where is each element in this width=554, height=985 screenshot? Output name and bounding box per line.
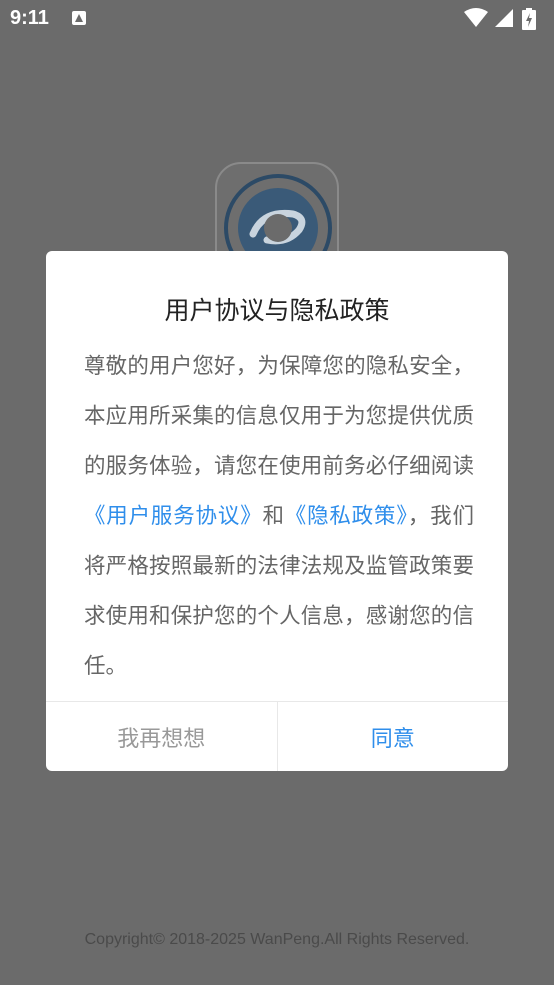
dialog-footer: 我再想想 同意 bbox=[46, 701, 508, 771]
user-agreement-link[interactable]: 《用户服务协议》 bbox=[84, 504, 262, 529]
privacy-policy-link[interactable]: 《隐私政策》 bbox=[285, 504, 408, 529]
status-bar: 9:11 bbox=[0, 0, 554, 38]
battery-icon bbox=[522, 8, 536, 30]
dialog-body: 尊敬的用户您好，为保障您的隐私安全，本应用所采集的信息仅用于为您提供优质的服务体… bbox=[84, 342, 474, 692]
status-time: 9:11 bbox=[10, 7, 49, 29]
privacy-dialog: 用户协议与隐私政策 尊敬的用户您好，为保障您的隐私安全，本应用所采集的信息仅用于… bbox=[46, 251, 508, 771]
body-text-3: ，我们将严格按照最新的法律法规及监管政策要求使用和保护您的个人信息，感谢您的信任… bbox=[84, 504, 474, 679]
wifi-icon bbox=[464, 8, 488, 27]
agree-button[interactable]: 同意 bbox=[278, 702, 509, 771]
signal-icon bbox=[495, 9, 513, 27]
body-text-1: 尊敬的用户您好，为保障您的隐私安全，本应用所采集的信息仅用于为您提供优质的服务体… bbox=[84, 354, 474, 479]
body-text-2: 和 bbox=[262, 504, 285, 529]
notification-icon bbox=[72, 11, 86, 25]
dialog-title: 用户协议与隐私政策 bbox=[164, 296, 390, 325]
status-icons bbox=[464, 8, 544, 30]
think-again-button[interactable]: 我再想想 bbox=[46, 702, 278, 771]
copyright-text: Copyright© 2018-2025 WanPeng.All Rights … bbox=[84, 931, 470, 948]
